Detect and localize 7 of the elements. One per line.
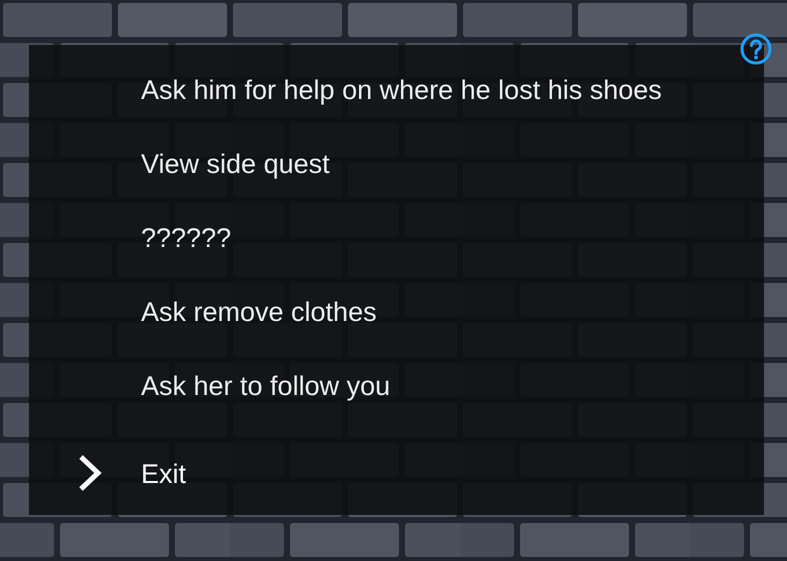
dialogue-option[interactable]: Ask her to follow you — [141, 369, 390, 403]
dialogue-option[interactable]: Ask him for help on where he lost his shoes — [141, 73, 662, 107]
dialogue-option[interactable]: ?????? — [141, 221, 232, 255]
dialogue-option[interactable]: View side quest — [141, 147, 330, 181]
help-icon[interactable] — [740, 33, 772, 65]
dialogue-option[interactable]: Ask remove clothes — [141, 295, 377, 329]
dialogue-option[interactable]: Exit — [141, 457, 186, 491]
